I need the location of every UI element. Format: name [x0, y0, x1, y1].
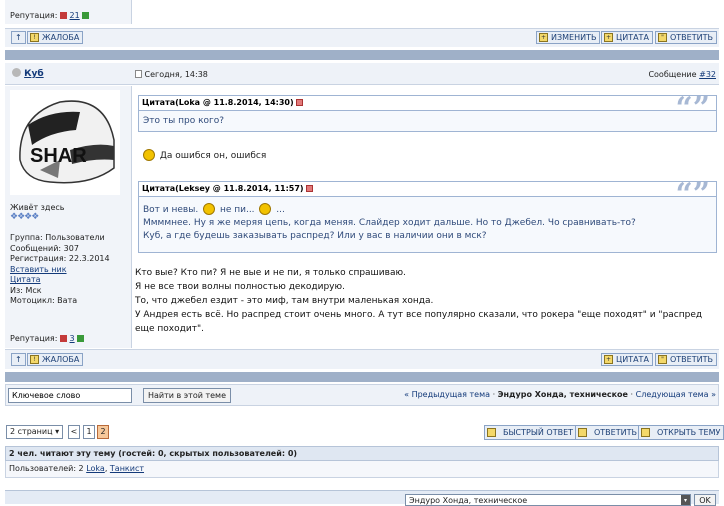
reply-icon: " [658, 355, 667, 364]
chevron-down-icon: ▾ [681, 495, 690, 505]
rank-stars: ❖❖❖❖ [10, 212, 39, 222]
post-number-link[interactable]: #32 [699, 70, 716, 79]
warning-icon: ! [30, 33, 39, 42]
prev-post-reputation: Репутация: 21 [10, 11, 90, 20]
rep-plus-icon[interactable] [77, 335, 85, 342]
post-date: Сегодня, 14:38 [135, 70, 208, 79]
quote-button[interactable]: + ЦИТАТА [601, 31, 653, 44]
post-separator [5, 50, 719, 60]
quote-icon: + [604, 33, 613, 42]
readers-list: Пользователей: 2 Loka, Танкист [5, 461, 719, 478]
quote-jump-icon[interactable] [296, 99, 304, 106]
prev-topic-link[interactable]: « Предыдущая тема [404, 390, 490, 399]
rep-value[interactable]: 21 [70, 11, 80, 20]
complaint-button[interactable]: ! ЖАЛОБА [27, 353, 84, 366]
avatar-brand-text: SHAR [30, 145, 87, 167]
pencil-icon: + [539, 33, 548, 42]
author-name[interactable]: Куб [24, 69, 44, 79]
rep-minus-icon[interactable] [59, 12, 67, 19]
reply-button[interactable]: " ОТВЕТИТЬ [655, 31, 717, 44]
smile-icon [143, 149, 155, 161]
quote-link[interactable]: Цитата [10, 275, 110, 286]
author-block: Куб [12, 68, 44, 79]
page-1-button[interactable]: 1 [83, 425, 95, 439]
topic-nav: « Предыдущая тема · Эндуро Хонда, технич… [404, 390, 716, 399]
quote-jump-icon[interactable] [306, 185, 314, 192]
reply-icon [578, 428, 587, 437]
reply-icon: " [658, 33, 667, 42]
chevron-down-icon: ▾ [55, 427, 60, 436]
quote-icon: + [604, 355, 613, 364]
reader-user-link[interactable]: Loka [86, 464, 105, 473]
post-separator [5, 372, 719, 382]
pages-dropdown[interactable]: 2 страниц ▾ [6, 425, 64, 439]
new-topic-icon [641, 428, 650, 437]
page-2-current: 2 [97, 425, 109, 439]
scroll-up-button[interactable]: ↑ [11, 353, 26, 366]
quote-text: Вот и невы. не пи... ... Ммммнее. Ну я ж… [143, 203, 636, 241]
prev-page-button[interactable]: < [68, 425, 80, 439]
search-input[interactable] [8, 388, 132, 403]
insert-nick-link[interactable]: Вставить ник [10, 265, 110, 276]
user-rank: Живёт здесь [10, 203, 65, 212]
readers-header: 2 чел. читают эту тему (гостей: 0, скрыт… [5, 446, 719, 461]
smile-icon [203, 203, 216, 215]
avatar: SHAR [10, 90, 120, 195]
user-offline-icon [12, 68, 21, 77]
rep-plus-icon[interactable] [82, 12, 90, 19]
reader-user-link[interactable]: Танкист [110, 464, 144, 473]
quote-header: Цитата(Leksey @ 11.8.2014, 11:57) [139, 182, 716, 197]
quote-marks-icon: “” [675, 91, 710, 126]
new-topic-button[interactable]: ОТКРЫТЬ ТЕМУ [638, 425, 724, 440]
warning-icon: ! [30, 355, 39, 364]
topic-reply-button[interactable]: ОТВЕТИТЬ [575, 425, 641, 440]
document-icon [135, 70, 142, 78]
quote-button[interactable]: + ЦИТАТА [601, 353, 653, 366]
current-topic: Эндуро Хонда, техническое [497, 390, 628, 399]
quote-block-leksey: Цитата(Leksey @ 11.8.2014, 11:57) “” Вот… [138, 177, 717, 253]
reply-button[interactable]: " ОТВЕТИТЬ [655, 353, 717, 366]
quote-marks-icon: “” [675, 177, 710, 212]
search-in-topic-button[interactable]: Найти в этой теме [143, 388, 232, 403]
helmet-avatar-image: SHAR [19, 100, 115, 184]
forum-go-button[interactable]: OK [694, 494, 716, 506]
next-topic-link[interactable]: Следующая тема » [636, 390, 716, 399]
complaint-button[interactable]: ! ЖАЛОБА [27, 31, 84, 44]
user-info: Группа: Пользователи Сообщений: 307 Реги… [10, 233, 110, 305]
forum-select[interactable]: Эндуро Хонда, техническое ▾ [405, 494, 691, 506]
quote-text: Это ты про кого? [143, 116, 225, 126]
quick-reply-button[interactable]: БЫСТРЫЙ ОТВЕТ [484, 425, 578, 440]
rep-minus-icon[interactable] [59, 335, 67, 342]
quote-header: Цитата(Loka @ 11.8.2014, 14:30) [139, 96, 716, 111]
post-header [5, 63, 719, 85]
scroll-up-button[interactable]: ↑ [11, 31, 26, 44]
quick-reply-icon [487, 428, 496, 437]
post-number: Сообщение #32 [648, 70, 716, 79]
quote-block-loka: Цитата(Loka @ 11.8.2014, 14:30) “” Это т… [138, 91, 717, 132]
post-body: Кто вые? Кто пи? Я не вые и не пи, я тол… [135, 268, 703, 334]
rep-value[interactable]: 3 [70, 334, 75, 343]
author-reputation: Репутация: 3 [10, 334, 85, 343]
smile-icon [259, 203, 272, 215]
edit-button[interactable]: + ИЗМЕНИТЬ [536, 31, 601, 44]
reply-line: Да ошибся он, ошибся [141, 149, 266, 161]
